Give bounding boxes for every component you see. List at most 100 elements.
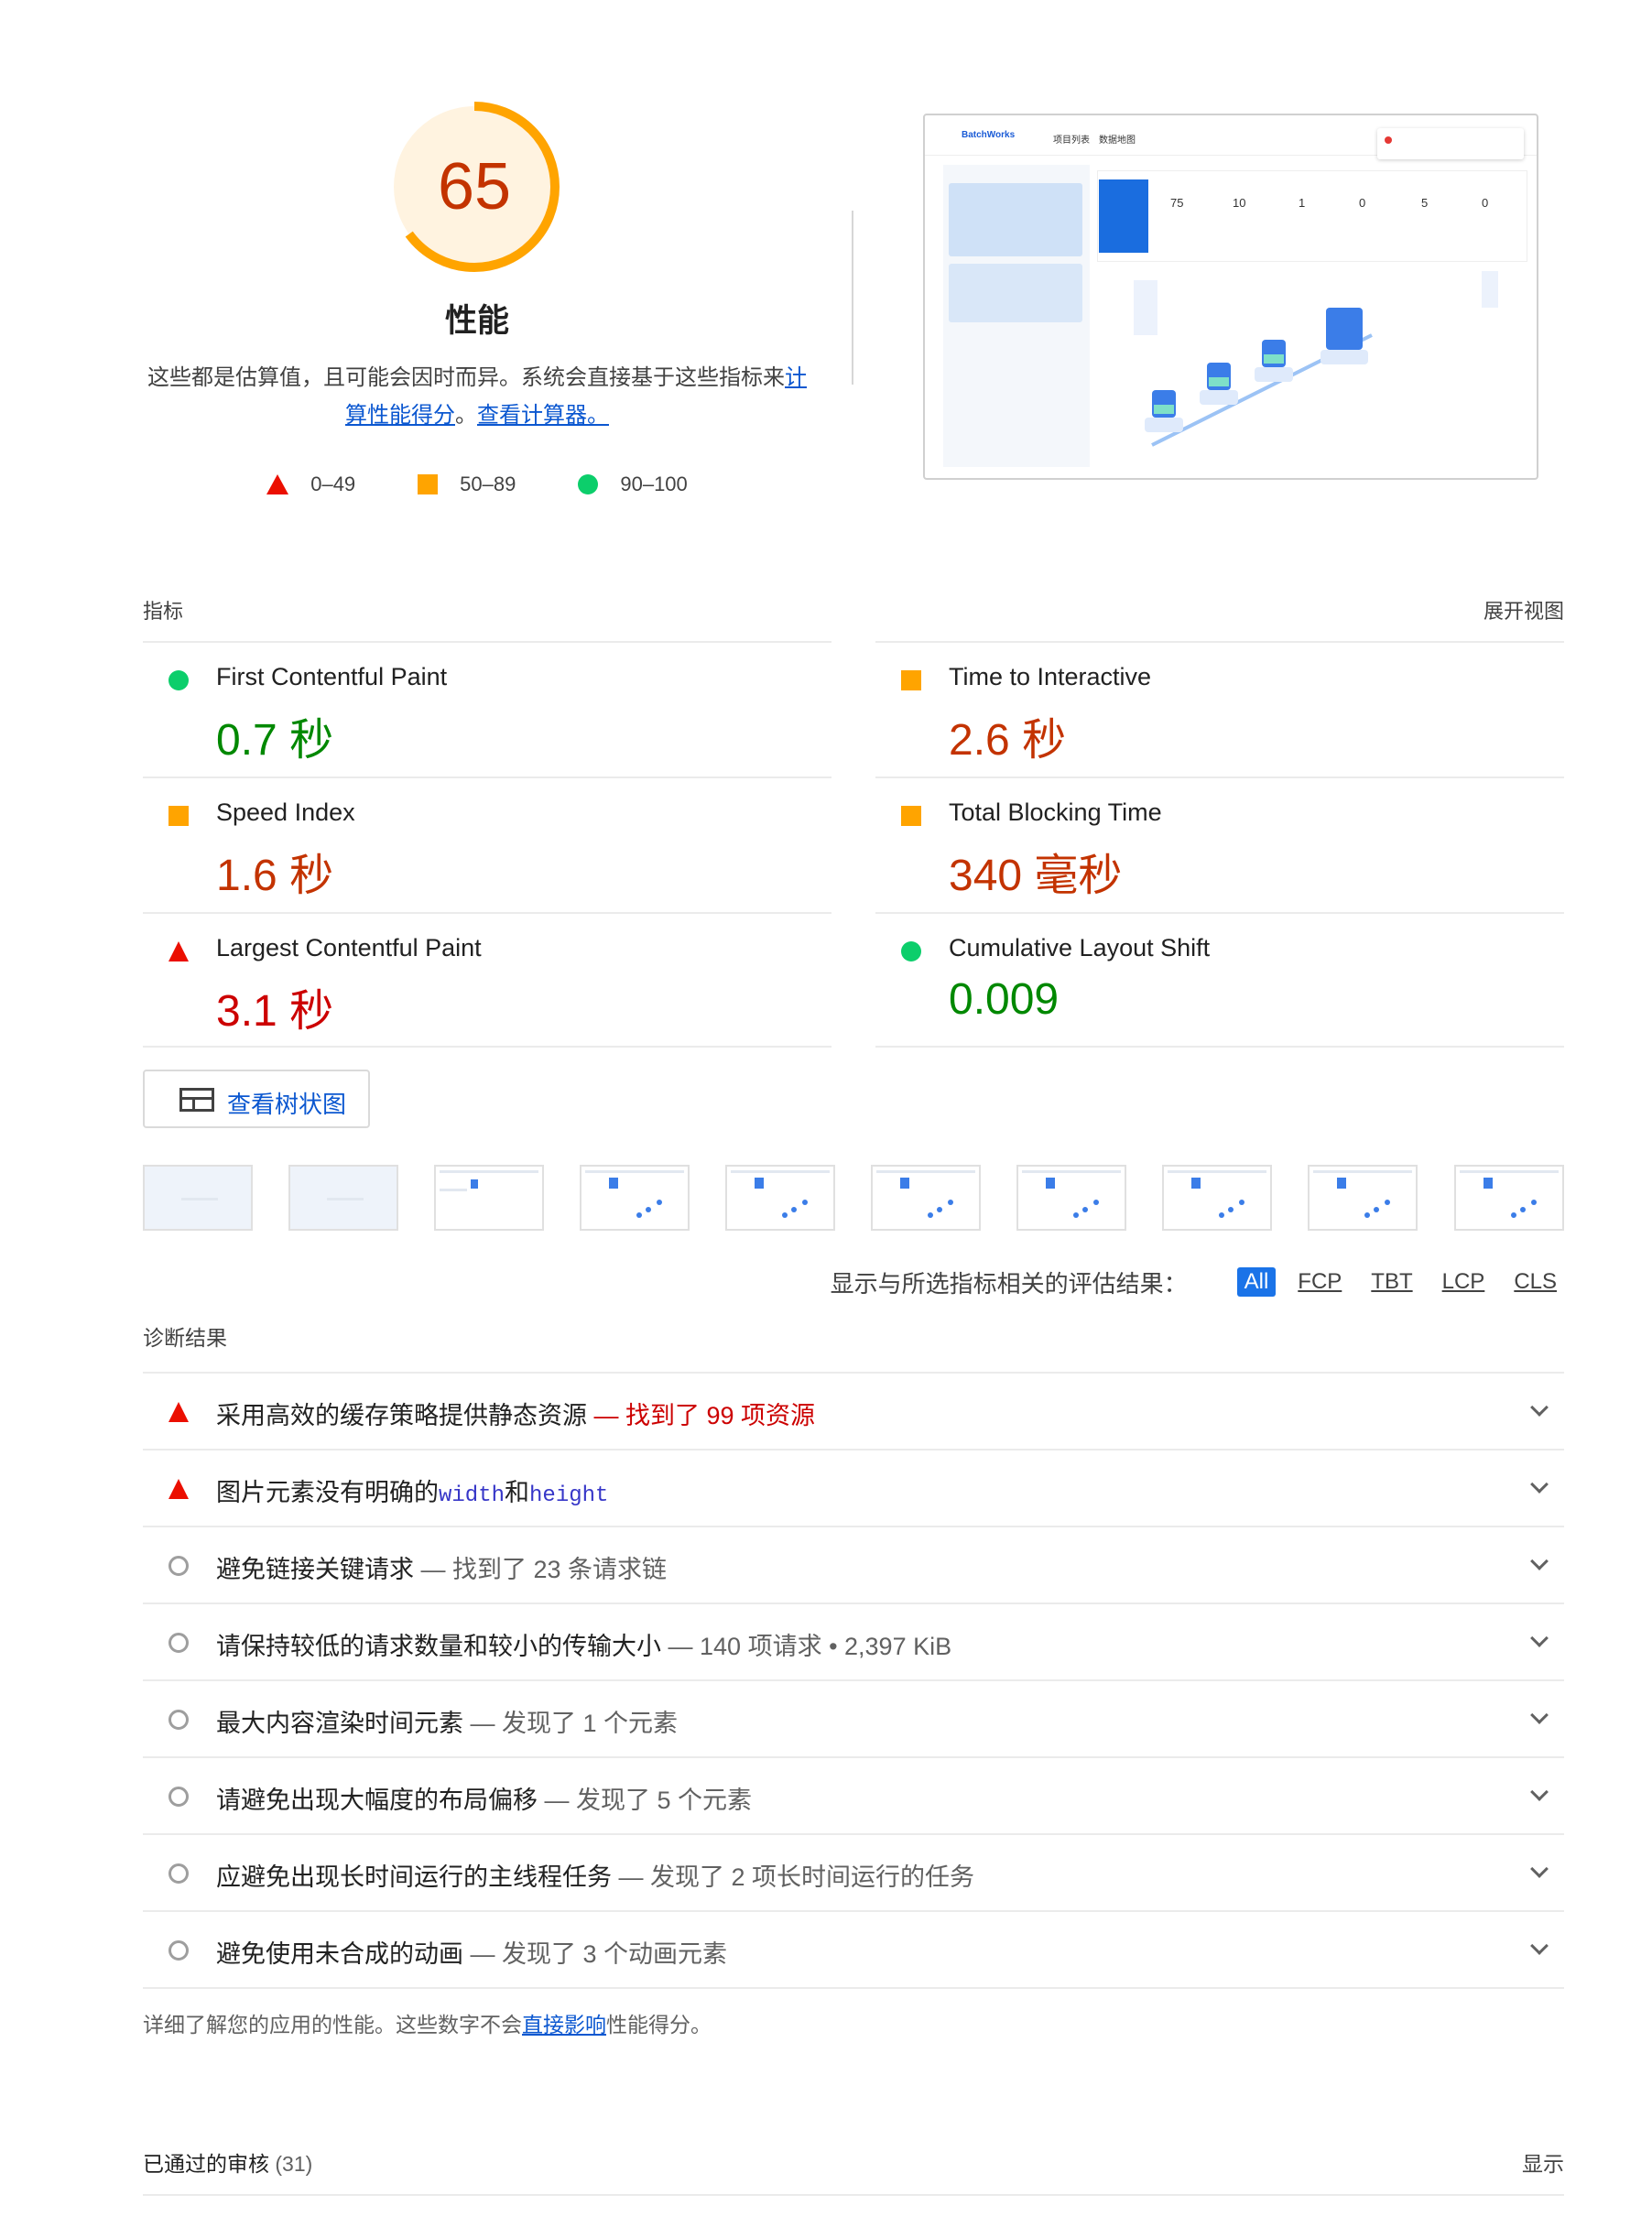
metric-name: Total Blocking Time (949, 798, 1162, 826)
stat-value: 0 (1482, 196, 1489, 210)
audit-row[interactable]: 避免链接关键请求 — 找到了 23 条请求链 (143, 1526, 1564, 1602)
final-screenshot[interactable]: BatchWorks 项目列表 数据地图 75 10 1 0 5 0 (923, 114, 1538, 480)
metric-name: Largest Contentful Paint (216, 934, 482, 961)
filmstrip-frame (1016, 1165, 1126, 1231)
metric-name: Time to Interactive (949, 663, 1152, 690)
filmstrip-frame (580, 1165, 690, 1231)
audit-row[interactable]: 最大内容渲染时间元素 — 发现了 1 个元素 (143, 1679, 1564, 1756)
project-card (949, 183, 1082, 256)
circle-icon (578, 474, 599, 494)
audit-title: 避免链接关键请求 — 找到了 23 条请求链 (216, 1556, 668, 1583)
audit-row[interactable]: 图片元素没有明确的width和height (143, 1449, 1564, 1526)
metric-value: 2.6 秒 (949, 716, 1067, 765)
circle-icon (901, 941, 921, 961)
ring-icon (168, 1710, 189, 1730)
metric-tti: Time to Interactive 2.6 秒 (875, 641, 1564, 777)
metric-name: Speed Index (216, 798, 355, 826)
audit-detail: 140 项请求 • 2,397 KiB (700, 1633, 952, 1660)
app-nav-item: 项目列表 (1053, 136, 1090, 146)
triangle-icon (168, 1479, 189, 1499)
chevron-down-icon[interactable] (1530, 1860, 1549, 1878)
chevron-down-icon[interactable] (1530, 1552, 1549, 1570)
metric-speed-index: Speed Index 1.6 秒 (143, 777, 831, 912)
metric-tbt: Total Blocking Time 340 毫秒 (875, 777, 1564, 912)
audit-detail: 发现了 1 个元素 (502, 1710, 679, 1737)
vertical-divider (852, 211, 853, 385)
audit-row[interactable]: 请保持较低的请求数量和较小的传输大小 — 140 项请求 • 2,397 KiB (143, 1602, 1564, 1679)
audit-row[interactable]: 采用高效的缓存策略提供静态资源 — 找到了 99 项资源 (143, 1372, 1564, 1449)
triangle-icon (266, 474, 289, 494)
diagnostics-footnote: 详细了解您的应用的性能。这些数字不会直接影响性能得分。 (143, 2013, 712, 2037)
show-passed-toggle[interactable]: 显示 (1522, 2146, 1564, 2178)
square-icon (168, 806, 189, 826)
diagnostics-title: 诊断结果 (143, 1326, 227, 1350)
chevron-down-icon[interactable] (1530, 1783, 1549, 1801)
filmstrip-frame (1162, 1165, 1272, 1231)
score-value: 65 (437, 150, 512, 223)
error-dot-icon (1385, 136, 1392, 144)
square-icon (901, 670, 921, 690)
legend-label: 90–100 (620, 473, 688, 495)
description-text: 这些都是估算值，且可能会因时而异。系统会直接基于这些指标来 (147, 365, 785, 390)
legend-label: 0–49 (310, 473, 356, 495)
audit-detail: 发现了 5 个元素 (576, 1787, 753, 1814)
direct-impact-link[interactable]: 直接影响 (522, 2013, 606, 2037)
square-icon (901, 806, 921, 826)
stat-value: 0 (1359, 196, 1366, 210)
filter-chip-tbt[interactable]: TBT (1364, 1267, 1419, 1297)
description-separator: 。 (455, 403, 477, 428)
chevron-down-icon[interactable] (1530, 1706, 1549, 1724)
stats-highlight (1099, 179, 1148, 253)
audit-row[interactable]: 请避免出现大幅度的布局偏移 — 发现了 5 个元素 (143, 1756, 1564, 1833)
metrics-title: 指标 (143, 600, 184, 623)
filmstrip-frame (871, 1165, 981, 1231)
metric-value: 0.7 秒 (216, 716, 334, 765)
filter-chip-all[interactable]: All (1236, 1267, 1277, 1297)
filter-chip-lcp[interactable]: LCP (1435, 1267, 1493, 1297)
legend-label: 50–89 (460, 473, 516, 495)
filmstrip-frame (1454, 1165, 1564, 1231)
legend-fail: 0–49 (266, 473, 355, 496)
app-logo: BatchWorks (962, 130, 1016, 140)
server-illustration (1134, 271, 1498, 447)
project-card (949, 264, 1082, 322)
audit-row[interactable]: 应避免出现长时间运行的主线程任务 — 发现了 2 项长时间运行的任务 (143, 1833, 1564, 1910)
audit-row[interactable]: 避免使用未合成的动画 — 发现了 3 个动画元素 (143, 1910, 1564, 1987)
passed-audits-header[interactable]: 已通过的审核 (31) 显示 (143, 2143, 1564, 2194)
chevron-down-icon[interactable] (1530, 1937, 1549, 1955)
stat-value: 1 (1299, 196, 1306, 210)
chevron-down-icon[interactable] (1530, 1475, 1549, 1494)
metric-value: 340 毫秒 (949, 852, 1123, 900)
legend-average: 50–89 (418, 473, 516, 496)
passed-audits-count: (31) (275, 2152, 313, 2176)
audit-detail: 发现了 2 项长时间运行的任务 (650, 1863, 975, 1891)
audit-title: 请保持较低的请求数量和较小的传输大小 — 140 项请求 • 2,397 KiB (216, 1633, 952, 1660)
filter-chip-cls[interactable]: CLS (1506, 1267, 1564, 1297)
stat-value: 10 (1233, 196, 1246, 210)
divider (875, 1046, 1564, 1048)
expand-view-toggle[interactable]: 展开视图 (1484, 595, 1564, 625)
chevron-down-icon[interactable] (1530, 1398, 1549, 1417)
audit-detail: 找到了 23 条请求链 (452, 1556, 668, 1583)
score-legend: 0–49 50–89 90–100 (143, 473, 811, 496)
filter-chip-fcp[interactable]: FCP (1290, 1267, 1349, 1297)
metric-value: 3.1 秒 (216, 987, 334, 1036)
view-treemap-button[interactable]: 查看树状图 (143, 1070, 370, 1128)
performance-summary: 65 性能 这些都是估算值，且可能会因时而异。系统会直接基于这些指标来计算性能得… (143, 92, 811, 513)
stat-value: 75 (1170, 196, 1184, 210)
ring-icon (168, 1633, 189, 1653)
treemap-icon (179, 1088, 214, 1112)
divider (143, 2194, 1564, 2196)
app-nav-item: 数据地图 (1099, 136, 1136, 146)
chevron-down-icon[interactable] (1530, 1629, 1549, 1647)
divider (143, 1987, 1564, 1989)
metrics-header: 指标 展开视图 (143, 590, 1564, 626)
calculator-link[interactable]: 查看计算器。 (477, 403, 609, 428)
square-icon (418, 474, 439, 494)
metric-lcp: Largest Contentful Paint 3.1 秒 (143, 912, 831, 1048)
metric-name: First Contentful Paint (216, 663, 448, 690)
divider (143, 1046, 831, 1048)
filmstrip-frame (288, 1165, 398, 1231)
legend-pass: 90–100 (578, 473, 688, 496)
ring-icon (168, 1863, 189, 1884)
